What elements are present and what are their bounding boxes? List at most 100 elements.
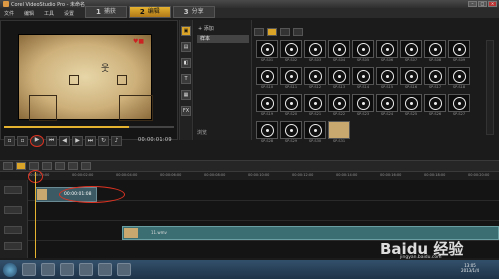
- tab-share[interactable]: 3 分享: [172, 6, 215, 18]
- library-thumbnail[interactable]: SP-S20: [280, 94, 302, 118]
- volume-button[interactable]: ♪: [111, 136, 122, 146]
- library-scrollbar[interactable]: [486, 40, 494, 135]
- library-thumbnail[interactable]: SP-S17: [424, 67, 446, 91]
- library-thumbnail[interactable]: SP-S15: [376, 67, 398, 91]
- preview-timecode[interactable]: 00:00:01:09: [138, 137, 172, 143]
- taskbar-app[interactable]: [41, 263, 55, 276]
- auto-music-icon[interactable]: [81, 162, 91, 170]
- library-thumbnail[interactable]: SP-S11: [280, 67, 302, 91]
- library-side-strip: ▣ ▤ ◧ T ▦ FX: [179, 20, 193, 140]
- transition-icon[interactable]: ◧: [181, 58, 191, 68]
- clip-mode-button[interactable]: ▫: [17, 136, 28, 146]
- timeline-ruler[interactable]: 00:00:00:00 00:00:02:00 00:00:04:00 00:00:0…: [28, 172, 499, 180]
- library-thumbnail[interactable]: SP-S30: [304, 121, 326, 145]
- repeat-button[interactable]: ↻: [98, 136, 109, 146]
- library-thumbnail[interactable]: SP-S19: [256, 94, 278, 118]
- library-thumbnail[interactable]: SP-S05: [352, 40, 374, 64]
- library-thumbnail[interactable]: SP-S14: [352, 67, 374, 91]
- taskbar-app[interactable]: [22, 263, 36, 276]
- library-thumbnail[interactable]: SP-S01: [256, 40, 278, 64]
- thumbnail-caption: SP-S17: [428, 85, 442, 89]
- disc-icon: [333, 70, 346, 83]
- close-button[interactable]: ×: [488, 1, 497, 7]
- title-icon[interactable]: T: [181, 74, 191, 84]
- maximize-button[interactable]: □: [478, 1, 487, 7]
- taskbar-app[interactable]: [60, 263, 74, 276]
- library-thumbnail[interactable]: SP-S26: [424, 94, 446, 118]
- thumbnail-caption: SP-S02: [284, 58, 298, 62]
- title-track-header[interactable]: [4, 226, 22, 234]
- ruler-tick-label: 00:00:16:00: [380, 173, 402, 177]
- folder-item-samples[interactable]: 样本: [197, 35, 249, 43]
- folder-icon[interactable]: [254, 28, 264, 36]
- menu-settings[interactable]: 设置: [64, 10, 74, 17]
- library-thumbnail[interactable]: SP-S10: [256, 67, 278, 91]
- library-thumbnail[interactable]: SP-S04: [328, 40, 350, 64]
- ruler-tick-label: 00:00:04:00: [116, 173, 138, 177]
- graphic-icon[interactable]: ▦: [181, 90, 191, 100]
- thumbnail-caption: SP-S06: [380, 58, 394, 62]
- disc-icon: [285, 43, 298, 56]
- library-thumbnail[interactable]: SP-S16: [400, 67, 422, 91]
- instant-project-icon[interactable]: ▤: [181, 42, 191, 52]
- library-thumbnail[interactable]: SP-S31: [328, 121, 350, 145]
- start-button[interactable]: [3, 262, 17, 277]
- library-thumbnail[interactable]: SP-S24: [376, 94, 398, 118]
- redo-icon[interactable]: [42, 162, 52, 170]
- video-track-header[interactable]: [4, 186, 22, 194]
- undo-icon[interactable]: [29, 162, 39, 170]
- library-thumbnail[interactable]: SP-S22: [328, 94, 350, 118]
- mixer-icon[interactable]: [68, 162, 78, 170]
- taskbar-app[interactable]: [117, 263, 131, 276]
- show-video-icon[interactable]: [267, 28, 277, 36]
- library-thumbnail[interactable]: SP-S23: [352, 94, 374, 118]
- show-audio-icon[interactable]: [293, 28, 303, 36]
- taskbar-app[interactable]: [79, 263, 93, 276]
- thumbnail-caption: SP-S10: [260, 85, 274, 89]
- browse-button[interactable]: 浏览: [197, 129, 207, 136]
- library-toolbar: [254, 26, 499, 38]
- tab-capture[interactable]: 1 捕获: [85, 6, 127, 18]
- tab-edit[interactable]: 2 编辑: [128, 6, 171, 18]
- play-button[interactable]: ▶: [30, 135, 44, 147]
- library-thumbnail[interactable]: SP-S07: [400, 40, 422, 64]
- end-button[interactable]: ⏭: [85, 136, 96, 146]
- menu-edit[interactable]: 编辑: [24, 10, 34, 17]
- library-thumbnail[interactable]: SP-S28: [256, 121, 278, 145]
- library-thumbnail[interactable]: SP-S09: [448, 40, 470, 64]
- menu-file[interactable]: 文件: [4, 10, 14, 17]
- taskbar-app[interactable]: [98, 263, 112, 276]
- scrubber[interactable]: [4, 125, 174, 129]
- watermark-url: jingyan.baidu.com: [400, 255, 442, 260]
- media-icon[interactable]: ▣: [181, 26, 191, 36]
- filter-icon[interactable]: FX: [181, 106, 191, 116]
- next-frame-button[interactable]: ▶: [72, 136, 83, 146]
- library-thumbnail[interactable]: SP-S18: [448, 67, 470, 91]
- minimize-button[interactable]: –: [468, 1, 477, 7]
- add-folder-button[interactable]: + 添加: [198, 25, 214, 32]
- library-thumbnail[interactable]: SP-S29: [280, 121, 302, 145]
- playhead[interactable]: [35, 172, 36, 258]
- prev-frame-button[interactable]: ◀: [59, 136, 70, 146]
- library-thumbnail[interactable]: SP-S08: [424, 40, 446, 64]
- taskbar-clock[interactable]: 13:05 2013/1/4: [461, 263, 479, 273]
- home-button[interactable]: ⏮: [46, 136, 57, 146]
- timeline-view-icon[interactable]: [16, 162, 26, 170]
- storyboard-view-icon[interactable]: [3, 162, 13, 170]
- disc-icon: [405, 43, 418, 56]
- library-thumbnail[interactable]: SP-S13: [328, 67, 350, 91]
- library-thumbnail[interactable]: SP-S27: [448, 94, 470, 118]
- overlay-track-header[interactable]: [4, 206, 22, 214]
- library-thumbnail[interactable]: SP-S06: [376, 40, 398, 64]
- voice-track-header[interactable]: [4, 242, 22, 250]
- ruler-tick-label: 00:00:08:00: [204, 173, 226, 177]
- library-thumbnail[interactable]: SP-S02: [280, 40, 302, 64]
- record-icon[interactable]: [55, 162, 65, 170]
- library-thumbnail[interactable]: SP-S25: [400, 94, 422, 118]
- show-photo-icon[interactable]: [280, 28, 290, 36]
- library-thumbnail[interactable]: SP-S12: [304, 67, 326, 91]
- library-thumbnail[interactable]: SP-S03: [304, 40, 326, 64]
- project-mode-button[interactable]: ▫: [4, 136, 15, 146]
- library-thumbnail[interactable]: SP-S21: [304, 94, 326, 118]
- menu-tools[interactable]: 工具: [44, 10, 54, 17]
